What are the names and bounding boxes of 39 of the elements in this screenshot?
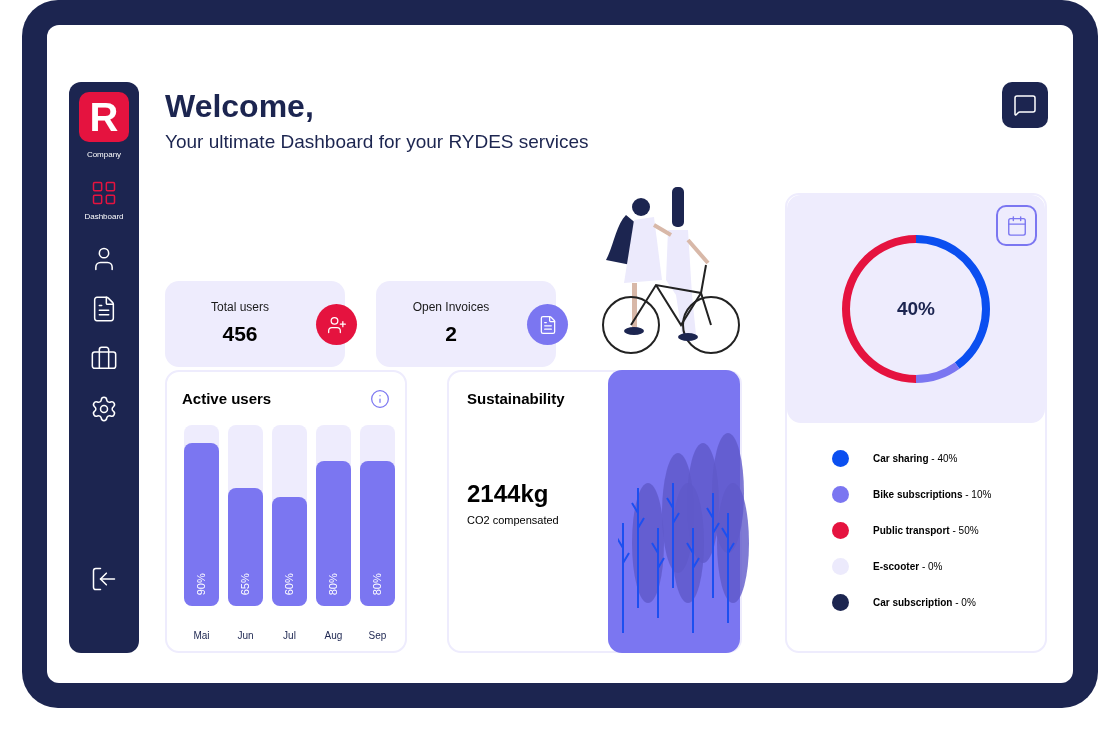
welcome-subtitle: Your ultimate Dashboard for your RYDES services <box>165 130 589 154</box>
chat-button[interactable] <box>1002 82 1048 128</box>
stat-label: Total users <box>211 299 269 317</box>
logout-icon[interactable] <box>90 565 118 593</box>
legend-label: E-scooter - 0% <box>873 560 943 574</box>
legend-label: Car sharing - 40% <box>873 452 958 466</box>
calendar-icon <box>1005 214 1028 237</box>
bar-value-label: 90% <box>194 573 209 596</box>
month-label: Aug <box>324 628 343 643</box>
company-label: Company <box>86 149 122 161</box>
card-title: Sustainability <box>467 389 566 409</box>
info-icon[interactable] <box>370 389 390 410</box>
card-title: Active users <box>182 389 272 409</box>
calendar-button[interactable] <box>996 205 1037 246</box>
legend-label: Bike subscriptions - 10% <box>873 488 992 502</box>
nav-item[interactable]: Dashboard <box>84 179 124 223</box>
grid-icon <box>90 179 118 207</box>
stat-label: Open Invoices <box>412 299 490 317</box>
bar-value-label: 80% <box>370 573 385 596</box>
legend-label: Public transport - 50% <box>873 524 979 538</box>
bar-value-label: 65% <box>238 573 253 596</box>
add-user-icon <box>326 314 347 335</box>
bar-value-label: 60% <box>282 573 297 596</box>
chat-icon <box>1013 93 1037 117</box>
settings-icon <box>90 395 118 423</box>
bar-value-label: 80% <box>326 573 341 596</box>
stat-value: 456 <box>222 321 258 348</box>
co2-value: 2144kg <box>467 478 550 509</box>
legend-label: Car subscription - 0% <box>873 596 976 610</box>
month-label: Mai <box>193 628 210 643</box>
nav-item[interactable] <box>90 395 118 423</box>
company-logo[interactable]: R <box>79 92 129 142</box>
stat-value: 2 <box>445 321 457 348</box>
month-label: Sep <box>368 628 387 643</box>
month-label: Jun <box>237 628 254 643</box>
co2-caption: CO2 compensated <box>467 512 560 528</box>
donut-center-label: 40% <box>897 296 935 321</box>
welcome-title: Welcome, <box>165 87 315 126</box>
month-label: Jul <box>283 628 296 643</box>
